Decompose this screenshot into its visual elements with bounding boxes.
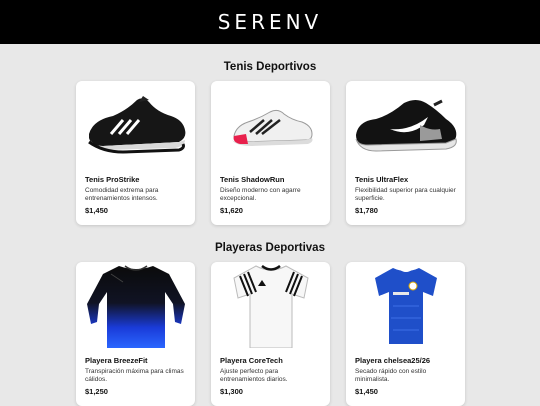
product-name: Playera CoreTech	[220, 356, 283, 365]
brand-logo-text[interactable]: SERENV	[218, 10, 323, 34]
product-price: $1,780	[355, 206, 378, 215]
product-description: Diseño moderno con agarre excepcional.	[220, 187, 301, 202]
product-description: Flexibilidad superior para cualquier sup…	[355, 187, 456, 202]
black-blue-longsleeve-shirt-icon	[76, 262, 195, 350]
product-card[interactable]: Tenis ProStrike Comodidad extrema para e…	[76, 81, 195, 225]
black-running-shoe-icon	[76, 81, 195, 169]
product-description: Secado rápido con estilo minimalista.	[355, 368, 427, 383]
product-card[interactable]: Playera BreezeFit Transpiración máxima p…	[76, 262, 195, 406]
blue-football-jersey-icon	[346, 262, 465, 350]
white-jersey-icon	[211, 262, 330, 350]
white-red-running-shoe-icon	[211, 81, 330, 169]
product-description: Comodidad extrema para entrenamientos in…	[85, 187, 159, 202]
product-name: Playera BreezeFit	[85, 356, 148, 365]
product-card[interactable]: Playera CoreTech Ajuste perfecto para en…	[211, 262, 330, 406]
top-header-bar: SERENV	[0, 0, 540, 44]
section-title-tenis: Tenis Deportivos	[223, 61, 317, 73]
product-name: Tenis UltraFlex	[355, 175, 409, 184]
product-price: $1,620	[220, 206, 243, 215]
product-price: $1,300	[220, 387, 243, 396]
product-price: $1,250	[85, 387, 108, 396]
product-description: Ajuste perfecto para entrenamientos diar…	[220, 368, 288, 383]
product-price: $1,450	[355, 387, 378, 396]
product-card[interactable]: Playera chelsea25/26 Secado rápido con e…	[346, 262, 465, 406]
product-card[interactable]: Tenis UltraFlex Flexibilidad superior pa…	[346, 81, 465, 225]
product-name: Tenis ShadowRun	[220, 175, 285, 184]
product-price: $1,450	[85, 206, 108, 215]
product-card[interactable]: Tenis ShadowRun Diseño moderno con agarr…	[211, 81, 330, 225]
product-description: Transpiración máxima para climas cálidos…	[85, 368, 184, 383]
product-name: Tenis ProStrike	[85, 175, 140, 184]
product-name: Playera chelsea25/26	[355, 356, 431, 365]
black-white-training-shoe-icon	[346, 81, 465, 169]
section-title-playeras: Playeras Deportivas	[215, 242, 325, 254]
